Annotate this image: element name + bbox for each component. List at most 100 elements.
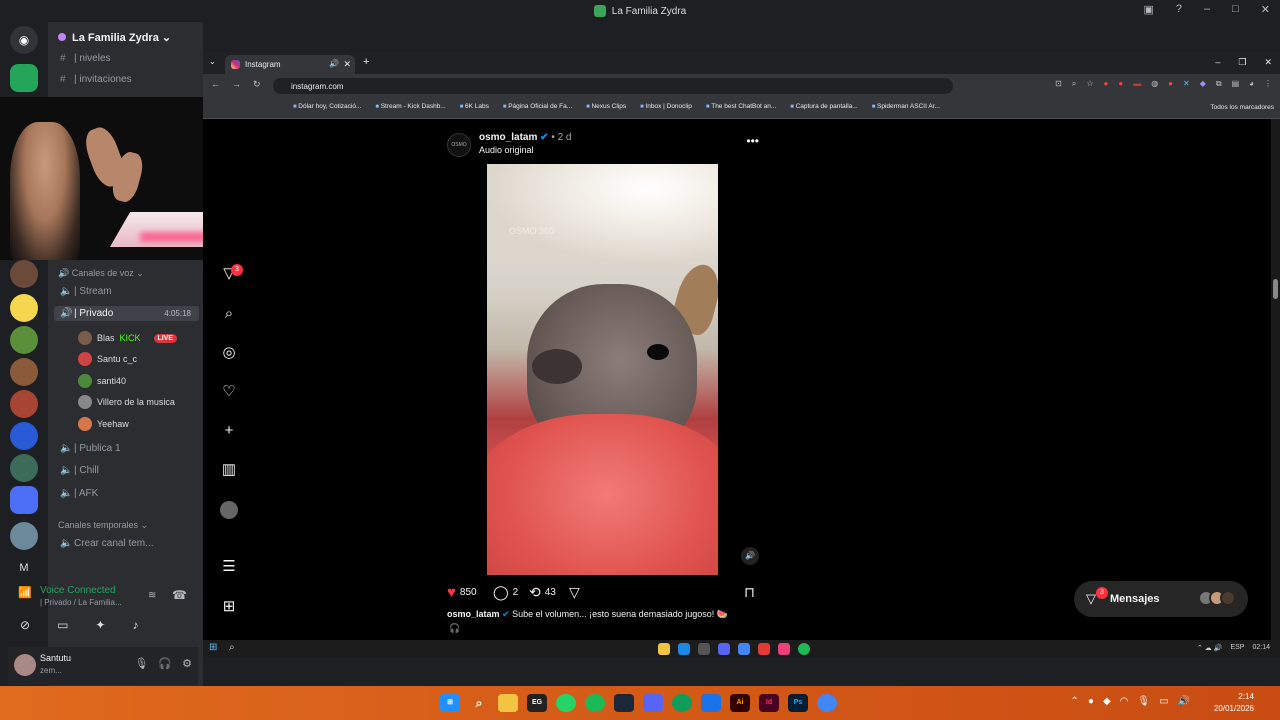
- noise-suppression-icon[interactable]: ≋: [148, 590, 156, 601]
- search-icon[interactable]: ⌕: [220, 305, 238, 323]
- avatar[interactable]: [14, 654, 36, 676]
- bookmark-item[interactable]: Nexus Clips: [586, 103, 626, 118]
- create-plus-icon[interactable]: +: [220, 422, 238, 440]
- server-icon[interactable]: [10, 260, 38, 288]
- app-icon[interactable]: [701, 694, 721, 712]
- share-button[interactable]: ▽: [569, 584, 580, 601]
- server-folder-icon[interactable]: [10, 486, 38, 514]
- screen-share-icon[interactable]: ▭: [57, 618, 68, 632]
- post-audio-link[interactable]: Audio original: [479, 145, 534, 155]
- extensions-puzzle-icon[interactable]: ⧉: [1216, 79, 1222, 89]
- scroll-thumb[interactable]: [1273, 279, 1278, 299]
- close-tab-icon[interactable]: ✕: [343, 59, 351, 70]
- volume-icon[interactable]: 🔊: [1178, 696, 1190, 707]
- voice-channel-privado[interactable]: 🔊 | Privado 4:05:18: [54, 306, 199, 321]
- caption-author[interactable]: osmo_latam: [447, 609, 500, 619]
- bookmark-item[interactable]: Inbox | Donoclip: [640, 103, 692, 118]
- server-icon[interactable]: [10, 294, 38, 322]
- illustrator-icon[interactable]: Ai: [730, 694, 750, 712]
- voice-user[interactable]: Yeehaw: [78, 417, 129, 431]
- voice-channel-chill[interactable]: 🔈 | Chill: [60, 465, 99, 476]
- sidepanel-icon[interactable]: ▤: [1232, 79, 1240, 89]
- extension-icon[interactable]: ▬: [1133, 79, 1141, 89]
- file-explorer-icon[interactable]: [498, 694, 518, 712]
- dashboard-icon[interactable]: ▥: [220, 461, 238, 479]
- profile-icon[interactable]: ◕: [1249, 79, 1254, 89]
- network-icon[interactable]: ▭: [1159, 696, 1168, 707]
- tab-instagram[interactable]: Instagram 🔊 ✕: [225, 55, 355, 74]
- temp-category[interactable]: Canales temporales ⌄: [58, 520, 148, 531]
- close-window-button[interactable]: ✕: [1264, 57, 1272, 68]
- activities-icon[interactable]: ✦: [95, 618, 105, 632]
- server-icon[interactable]: [10, 454, 38, 482]
- voice-channel-publica[interactable]: 🔈 | Publica 1: [60, 443, 121, 454]
- notifications-heart-icon[interactable]: ♡: [220, 383, 238, 401]
- like-button[interactable]: ♥ 850: [447, 584, 477, 601]
- steam-icon[interactable]: [614, 694, 634, 712]
- search-icon[interactable]: ⌕: [469, 694, 489, 712]
- forward-icon[interactable]: →: [232, 79, 241, 90]
- tray-app-icon[interactable]: ◆: [1103, 696, 1111, 707]
- voice-channel-afk[interactable]: 🔈 | AFK: [60, 488, 98, 499]
- bookmark-item[interactable]: Spiderman ASCII Ar...: [872, 103, 940, 118]
- server-icon[interactable]: [10, 422, 38, 450]
- back-icon[interactable]: ←: [211, 79, 220, 90]
- tray-app-icon[interactable]: ●: [1088, 696, 1094, 707]
- reel-video[interactable]: OSMO 360: [487, 164, 718, 575]
- edge-icon[interactable]: [672, 694, 692, 712]
- new-tab-button[interactable]: +: [363, 56, 369, 68]
- system-clock[interactable]: 2:14 20/01/2026: [1214, 691, 1254, 715]
- bookmark-item[interactable]: Página Oficial de Fa...: [503, 103, 572, 118]
- page-scrollbar[interactable]: [1271, 119, 1280, 640]
- extension-icon[interactable]: ◍: [1151, 79, 1158, 89]
- voice-user[interactable]: Blas KICK LIVE: [78, 331, 178, 345]
- chrome-icon[interactable]: [817, 694, 837, 712]
- menu-kebab-icon[interactable]: ⋮: [1264, 79, 1272, 89]
- bookmark-item[interactable]: 6K Labs: [460, 103, 489, 118]
- epic-games-icon[interactable]: EG: [527, 694, 547, 712]
- soundboard-icon[interactable]: ♪: [132, 618, 138, 632]
- discord-home-icon[interactable]: ◉: [10, 26, 38, 54]
- mic-icon[interactable]: 🎙: [134, 657, 148, 670]
- bookmark-item[interactable]: Stream - Kick Dashb...: [375, 103, 446, 118]
- photoshop-icon[interactable]: Ps: [788, 694, 808, 712]
- server-icon[interactable]: [10, 358, 38, 386]
- whatsapp-icon[interactable]: [556, 694, 576, 712]
- minimize-button[interactable]: –: [1215, 57, 1220, 68]
- maximize-button[interactable]: □: [1232, 3, 1239, 16]
- text-channel[interactable]: # | niveles: [60, 53, 111, 64]
- tab-search-icon[interactable]: ⌄: [209, 57, 216, 66]
- zoom-icon[interactable]: ⌕: [1072, 79, 1076, 89]
- also-from-meta-icon[interactable]: ⊞: [220, 598, 238, 616]
- extension-icon[interactable]: ●: [1118, 79, 1123, 89]
- restore-button[interactable]: ❐: [1238, 57, 1246, 68]
- discord-icon[interactable]: [643, 694, 663, 712]
- messages-button[interactable]: ▽ 3 Mensajes: [1074, 581, 1248, 617]
- menu-hamburger-icon[interactable]: ☰: [220, 558, 238, 576]
- settings-gear-icon[interactable]: ⚙: [182, 657, 192, 670]
- voice-category[interactable]: 🔊 Canales de voz ⌄: [58, 268, 144, 279]
- server-icon[interactable]: [10, 522, 38, 550]
- create-temp-channel[interactable]: 🔈 Crear canal tem...: [60, 538, 153, 549]
- voice-user[interactable]: santi40: [78, 374, 126, 388]
- reload-icon[interactable]: ↻: [253, 79, 261, 90]
- volume-icon[interactable]: 🔊: [741, 547, 759, 565]
- server-icon[interactable]: [10, 64, 38, 92]
- repost-button[interactable]: ⟲ 43: [529, 584, 556, 601]
- url-field[interactable]: instagram.com: [273, 78, 953, 94]
- more-options-icon[interactable]: •••: [746, 134, 759, 148]
- extension-icon[interactable]: ●: [1104, 79, 1109, 89]
- explore-compass-icon[interactable]: ◎: [220, 344, 238, 362]
- extension-icon[interactable]: ◆: [1200, 79, 1206, 89]
- mic-icon[interactable]: 🎙: [1137, 696, 1150, 707]
- server-icon[interactable]: [10, 326, 38, 354]
- headphones-icon[interactable]: 🎧: [158, 657, 172, 670]
- tab-audio-icon[interactable]: 🔊: [329, 59, 339, 68]
- indesign-icon[interactable]: Id: [759, 694, 779, 712]
- voice-user[interactable]: Santu c_c: [78, 352, 137, 366]
- close-button[interactable]: ✕: [1261, 3, 1270, 16]
- bookmark-item[interactable]: Captura de pantalla...: [790, 103, 858, 118]
- comment-button[interactable]: ◯ 2: [493, 584, 518, 601]
- help-icon[interactable]: ?: [1176, 3, 1182, 16]
- post-author[interactable]: osmo_latam ✔ • 2 d: [479, 132, 572, 143]
